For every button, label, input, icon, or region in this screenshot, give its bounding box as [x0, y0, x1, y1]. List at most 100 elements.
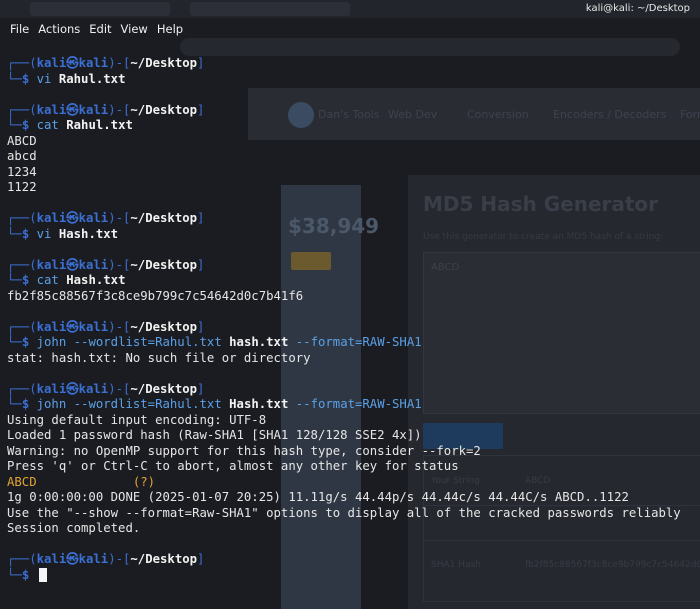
terminal-output[interactable]: ┌──(kali㉿kali)-[~/Desktop] └─$ vi Rahul.t… — [7, 56, 697, 583]
prompt-bracket: └─ — [7, 118, 22, 132]
command-line: └─$ cat Rahul.txt — [7, 118, 697, 134]
prompt-dir: ~/Desktop — [130, 257, 198, 272]
prompt-host: kali — [78, 381, 109, 396]
command-arg: Hash.txt — [51, 226, 119, 241]
cracked-label: (?) — [132, 474, 156, 489]
window-title: kali@kali: ~/Desktop — [585, 3, 690, 14]
output-text: abcd — [7, 149, 37, 163]
menu-edit[interactable]: Edit — [85, 20, 116, 40]
prompt-bracket: ] — [197, 211, 205, 225]
command-name: john — [36, 335, 67, 349]
output-text: Using default input encoding: UTF-8 — [7, 412, 267, 427]
prompt-bracket: ┌──( — [7, 257, 37, 272]
prompt-host: kali — [78, 319, 109, 334]
prompt-dir: ~/Desktop — [130, 56, 198, 70]
prompt-dollar: $ — [21, 567, 37, 582]
output-text: ABCD — [7, 133, 37, 148]
prompt-bracket: └─ — [7, 567, 22, 582]
prompt-bracket: ┌──( — [7, 381, 37, 396]
prompt-bracket: )-[ — [108, 211, 131, 225]
command-name: vi — [36, 226, 52, 241]
prompt-bracket: ┌──( — [7, 552, 37, 566]
prompt-bracket: )-[ — [108, 319, 131, 334]
output-text: 1122 — [7, 180, 37, 194]
prompt-at-icon: ㉿ — [66, 319, 79, 334]
prompt-at-icon: ㉿ — [66, 211, 79, 225]
prompt-user: kali — [36, 211, 67, 225]
output-line: stat: hash.txt: No such file or director… — [7, 351, 697, 367]
output-line: Loaded 1 password hash (Raw-SHA1 [SHA1 1… — [7, 428, 697, 444]
prompt-user: kali — [36, 381, 67, 396]
prompt-user: kali — [36, 319, 67, 334]
prompt-bracket: ] — [197, 552, 205, 566]
prompt-host: kali — [78, 211, 109, 225]
cracked-line: ABCD (?) — [7, 475, 697, 491]
prompt-bracket: )-[ — [108, 552, 131, 566]
prompt-dollar: $ — [21, 71, 37, 86]
prompt-at-icon: ㉿ — [66, 257, 79, 272]
prompt-bracket: ┌──( — [7, 319, 37, 334]
prompt-dir: ~/Desktop — [130, 102, 198, 117]
output-text: stat: hash.txt: No such file or director… — [7, 350, 311, 365]
prompt-at-icon: ㉿ — [66, 552, 79, 566]
command-option: --format=RAW-SHA1 — [288, 335, 422, 349]
prompt-line: ┌──(kali㉿kali)-[~/Desktop] — [7, 211, 697, 227]
output-text: 1234 — [7, 164, 37, 179]
prompt-bracket: └─ — [7, 335, 22, 349]
prompt-dir: ~/Desktop — [130, 211, 198, 225]
prompt-bracket: )-[ — [108, 381, 131, 396]
menu-view[interactable]: View — [117, 20, 153, 40]
terminal-titlebar: kali@kali: ~/Desktop — [0, 0, 700, 18]
command-option: --wordlist=Rahul.txt — [66, 335, 222, 349]
prompt-bracket: ┌──( — [7, 211, 37, 225]
command-line: └─$ john --wordlist=Rahul.txt hash.txt -… — [7, 335, 697, 351]
prompt-dollar: $ — [21, 397, 37, 411]
prompt-dir: ~/Desktop — [130, 552, 198, 566]
menu-file[interactable]: File — [0, 20, 34, 40]
output-line: Warning: no OpenMP support for this hash… — [7, 444, 697, 460]
prompt-bracket: ] — [197, 257, 205, 272]
command-line: └─$ vi Hash.txt — [7, 227, 697, 243]
menu-actions[interactable]: Actions — [34, 20, 85, 40]
cracked-password: ABCD — [7, 474, 37, 489]
prompt-bracket: ] — [197, 102, 205, 117]
command-arg: Hash.txt — [58, 273, 126, 287]
command-line: └─$ vi Rahul.txt — [7, 72, 697, 88]
prompt-at-icon: ㉿ — [66, 102, 79, 117]
output-line: Press 'q' or Ctrl-C to abort, almost any… — [7, 459, 697, 475]
prompt-bracket: )-[ — [108, 56, 131, 70]
prompt-bracket: ] — [197, 319, 205, 334]
command-line: └─$ john --wordlist=Rahul.txt Hash.txt -… — [7, 397, 697, 413]
output-line: abcd — [7, 149, 697, 165]
command-name: cat — [36, 118, 59, 132]
command-name: cat — [36, 273, 59, 287]
prompt-line: ┌──(kali㉿kali)-[~/Desktop] — [7, 320, 697, 336]
prompt-bracket: )-[ — [108, 257, 131, 272]
prompt-line: ┌──(kali㉿kali)-[~/Desktop] — [7, 552, 697, 568]
command-arg: Hash.txt — [221, 397, 289, 411]
prompt-line: ┌──(kali㉿kali)-[~/Desktop] — [7, 258, 697, 274]
output-text: Use the "--show --format=Raw-SHA1" optio… — [7, 505, 681, 520]
menu-help[interactable]: Help — [153, 20, 188, 40]
command-name: vi — [36, 71, 52, 86]
prompt-bracket: )-[ — [108, 102, 131, 117]
output-line: 1g 0:00:00:00 DONE (2025-01-07 20:25) 11… — [7, 490, 697, 506]
output-line: Session completed. — [7, 521, 697, 537]
prompt-dollar: $ — [21, 335, 37, 349]
prompt-user: kali — [36, 56, 67, 70]
prompt-bracket: └─ — [7, 273, 22, 287]
output-line: Use the "--show --format=Raw-SHA1" optio… — [7, 506, 697, 522]
prompt-user: kali — [36, 257, 67, 272]
prompt-dollar: $ — [21, 118, 37, 132]
cursor — [38, 567, 47, 582]
prompt-line: ┌──(kali㉿kali)-[~/Desktop] — [7, 56, 697, 72]
bg-address-bar — [180, 38, 680, 56]
output-text: fb2f85c88567f3c8ce9b799c7c54642d0c7b41f6 — [7, 288, 304, 303]
output-text: Press 'q' or Ctrl-C to abort, almost any… — [7, 459, 459, 473]
prompt-dollar: $ — [21, 226, 37, 241]
